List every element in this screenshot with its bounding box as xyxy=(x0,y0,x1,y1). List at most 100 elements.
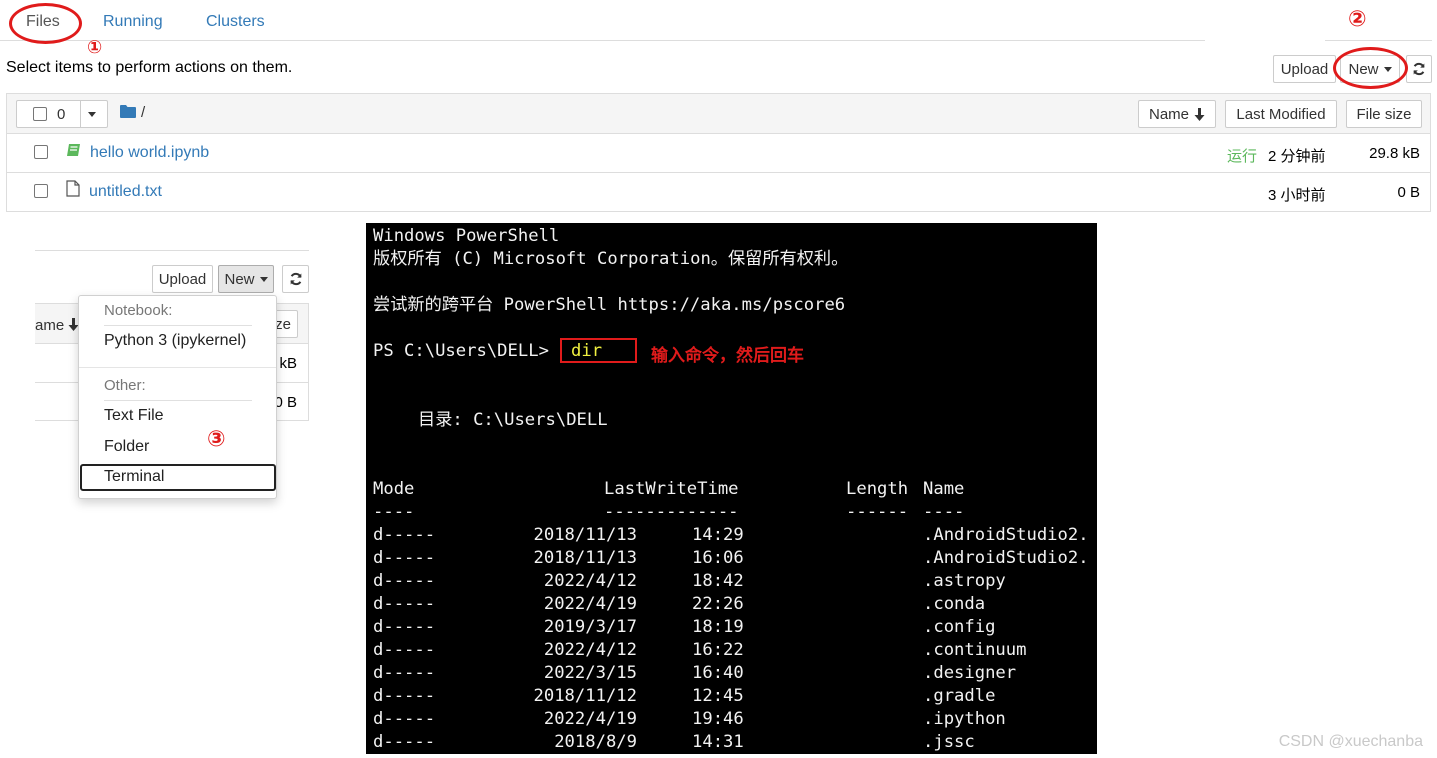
column-underline-time: ------------- xyxy=(604,502,739,522)
terminal-copyright: 版权所有 (C) Microsoft Corporation。保留所有权利。 xyxy=(373,249,849,269)
file-list-header: 0 / Name Last Modified File size xyxy=(7,94,1430,134)
row-mode: d----- xyxy=(373,663,436,683)
last-modified: 3 小时前 xyxy=(1268,187,1326,204)
row-time: 16:06 xyxy=(692,548,744,568)
row-date: 2018/11/13 xyxy=(533,525,637,545)
refresh-button[interactable] xyxy=(1406,55,1432,83)
terminal-banner: Windows PowerShell xyxy=(373,226,560,246)
annotation-command-note: 输入命令，然后回车 xyxy=(651,346,804,366)
row-mode: d----- xyxy=(373,548,436,568)
row-mode: d----- xyxy=(373,571,436,591)
refresh-icon xyxy=(290,272,301,286)
watermark: CSDN @xuechanba xyxy=(1278,733,1423,750)
row-date: 2022/3/15 xyxy=(543,663,637,683)
sort-name-label: Name xyxy=(1148,105,1189,123)
annotation-circle-new xyxy=(1333,47,1408,89)
annotation-mark-2: ② xyxy=(1348,7,1367,32)
terminal-prompt: PS C:\Users\DELL> xyxy=(373,341,549,361)
row-date: 2022/4/12 xyxy=(543,571,637,591)
refresh-icon xyxy=(1413,62,1425,76)
row-mode: d----- xyxy=(373,525,436,545)
menu-item-folder[interactable]: Folder xyxy=(104,438,149,456)
column-header-mode: Mode xyxy=(373,479,415,499)
caret-down-icon xyxy=(88,112,96,117)
annotation-mark-1: ① xyxy=(87,37,103,58)
file-size: 0 B xyxy=(274,394,297,411)
row-name: .ipython xyxy=(923,709,1006,729)
column-header-length: Length xyxy=(846,479,909,499)
instruction-text: Select items to perform actions on them. xyxy=(6,59,293,76)
menu-header-underline xyxy=(104,325,252,326)
row-name: .astropy xyxy=(923,571,1006,591)
row-date: 2022/4/12 xyxy=(543,640,637,660)
file-size: kB xyxy=(279,355,297,372)
arrow-down-icon xyxy=(1194,107,1205,121)
breadcrumb[interactable]: / xyxy=(141,104,145,121)
row-date: 2019/3/17 xyxy=(543,617,637,637)
select-all-checkbox[interactable] xyxy=(33,107,47,121)
split-divider xyxy=(80,101,81,127)
row-name: .AndroidStudio2. xyxy=(923,525,1089,545)
row-date: 2022/4/19 xyxy=(543,594,637,614)
sort-name-button[interactable]: Name xyxy=(1138,100,1216,128)
row-time: 22:26 xyxy=(692,594,744,614)
sort-last-modified-button[interactable]: Last Modified xyxy=(1225,100,1337,128)
row-time: 18:19 xyxy=(692,617,744,637)
upload-button[interactable]: Upload xyxy=(1273,55,1336,83)
column-header-name: Name xyxy=(923,479,965,499)
row-mode: d----- xyxy=(373,594,436,614)
file-icon xyxy=(66,180,80,197)
caret-down-icon xyxy=(259,276,268,282)
new-dropdown-menu: Notebook: Python 3 (ipykernel) Other: Te… xyxy=(78,295,277,499)
menu-divider xyxy=(79,367,276,368)
row-date: 2018/8/9 xyxy=(554,732,637,752)
row-name: .conda xyxy=(923,594,986,614)
row-mode: d----- xyxy=(373,617,436,637)
row-name: .AndroidStudio2. xyxy=(923,548,1089,568)
row-time: 12:45 xyxy=(692,686,744,706)
menu-header-other: Other: xyxy=(104,377,146,394)
menu-item-text-file[interactable]: Text File xyxy=(104,407,164,425)
column-underline-mode: ---- xyxy=(373,502,415,522)
row-mode: d----- xyxy=(373,686,436,706)
row-date: 2022/4/19 xyxy=(543,709,637,729)
menu-header-notebook: Notebook: xyxy=(104,302,173,319)
new-dropdown-button[interactable]: New xyxy=(218,265,274,293)
selected-count: 0 xyxy=(57,105,66,123)
new-button-label: New xyxy=(224,270,255,288)
select-all-dropdown[interactable]: 0 xyxy=(16,100,108,128)
upload-button[interactable]: Upload xyxy=(152,265,213,293)
file-link-text[interactable]: untitled.txt xyxy=(89,183,162,201)
running-status: 运行 xyxy=(1227,148,1258,165)
row-time: 14:31 xyxy=(692,732,744,752)
refresh-button[interactable] xyxy=(282,265,309,293)
row-checkbox[interactable] xyxy=(34,145,48,159)
row-mode: d----- xyxy=(373,732,436,752)
row-mode: d----- xyxy=(373,709,436,729)
row-checkbox[interactable] xyxy=(34,184,48,198)
row-time: 14:29 xyxy=(692,525,744,545)
tab-running[interactable]: Running xyxy=(103,13,163,31)
row-name: .jssc xyxy=(923,732,975,752)
annotation-mark-3: ③ xyxy=(207,427,226,452)
row-name: .designer xyxy=(923,663,1017,683)
tab-bar-line xyxy=(1325,40,1432,41)
menu-item-python3[interactable]: Python 3 (ipykernel) xyxy=(104,332,246,350)
menu-item-terminal[interactable]: Terminal xyxy=(104,468,164,486)
folder-icon xyxy=(120,105,136,118)
column-underline-name: ---- xyxy=(923,502,965,522)
file-link-notebook[interactable]: hello world.ipynb xyxy=(90,144,209,162)
sort-name-label: ame xyxy=(35,317,65,334)
row-time: 19:46 xyxy=(692,709,744,729)
terminal-tip: 尝试新的跨平台 PowerShell https://aka.ms/pscore… xyxy=(373,295,846,315)
tab-bar: Files Running Clusters xyxy=(0,0,1205,41)
annotation-command-box xyxy=(560,338,637,363)
powershell-terminal[interactable]: Windows PowerShell 版权所有 (C) Microsoft Co… xyxy=(366,223,1097,754)
row-mode: d----- xyxy=(373,640,436,660)
crop-tab-line xyxy=(35,250,309,251)
column-header-lastwritetime: LastWriteTime xyxy=(604,479,739,499)
file-size: 0 B xyxy=(1397,184,1420,201)
tab-clusters[interactable]: Clusters xyxy=(206,13,265,31)
sort-file-size-button[interactable]: File size xyxy=(1346,100,1422,128)
row-name: .config xyxy=(923,617,996,637)
